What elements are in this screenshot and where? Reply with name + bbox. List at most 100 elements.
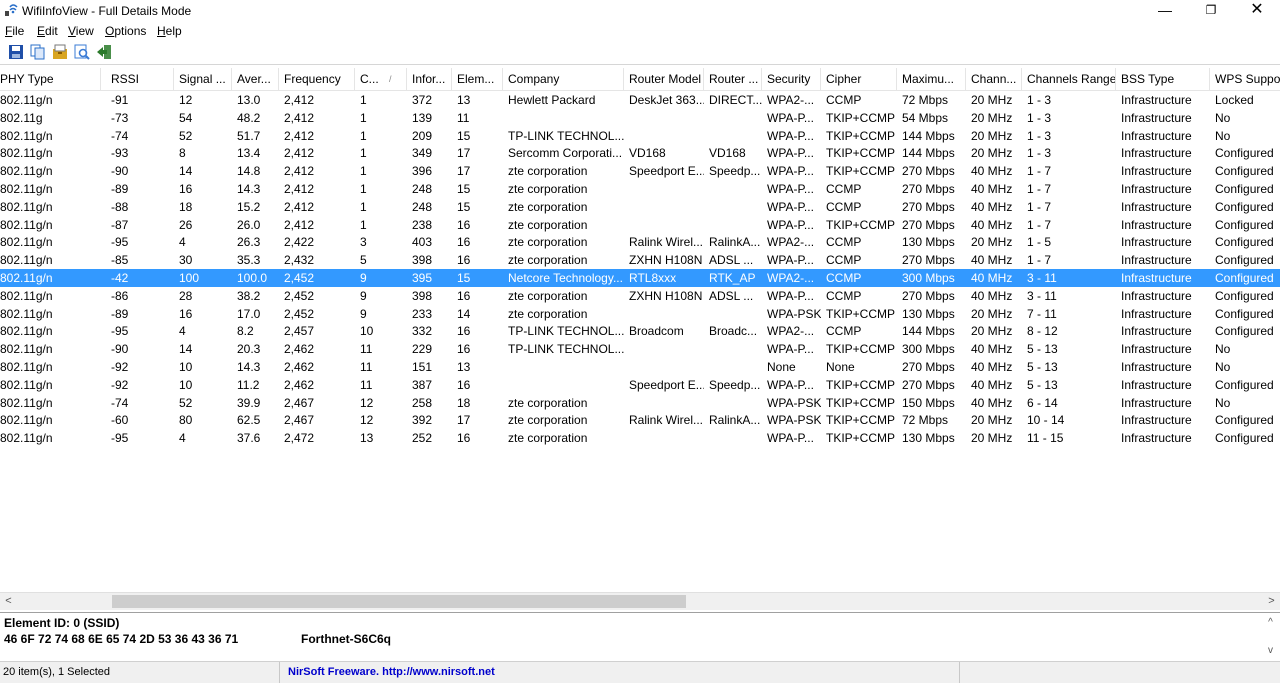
close-button[interactable]: ✕ [1234, 0, 1280, 22]
table-row[interactable]: 802.11g/n -89 16 17.0 2,452 9 233 14 zte corpora… [0, 305, 1280, 323]
exit-icon[interactable] [96, 44, 112, 60]
cell-channel: 11 [360, 377, 373, 392]
cell-information-size: 332 [412, 324, 433, 339]
column-header-maximum-speed[interactable]: Maximu... [897, 68, 966, 90]
table-row[interactable]: 802.11g/n -92 10 14.3 2,462 11 151 13 None None 27… [0, 358, 1280, 376]
table-row[interactable]: 802.11g/n -95 4 8.2 2,457 10 332 16 TP-LINK TECH… [0, 322, 1280, 340]
find-icon[interactable] [74, 44, 90, 60]
cell-cipher: TKIP+CCMP [826, 110, 896, 125]
cell-elements-count: 16 [457, 288, 471, 303]
table-row[interactable]: 802.11g/n -90 14 20.3 2,462 11 229 16 TP-LINK TE… [0, 340, 1280, 358]
minimize-button[interactable]: — [1142, 0, 1188, 22]
cell-security: WPA-P... [767, 431, 814, 446]
column-header-wps-support[interactable]: WPS Support [1210, 68, 1280, 90]
column-header-rssi[interactable]: RSSI [106, 68, 174, 90]
maximize-button[interactable]: ❐ [1188, 0, 1234, 22]
cell-security: WPA-PSK [767, 395, 821, 410]
table-row[interactable]: 802.11g/n -92 10 11.2 2,462 11 387 16 Speedport … [0, 376, 1280, 394]
table-row[interactable]: 802.11g/n -42 100 100.0 2,452 9 395 15 Netcore T… [0, 269, 1280, 287]
cell-frequency: 2,452 [284, 288, 315, 303]
column-header-channel-width[interactable]: Chann... [966, 68, 1022, 90]
copy-icon[interactable] [30, 44, 46, 60]
column-header-phy-type[interactable]: PHY Type [0, 68, 101, 90]
table-row[interactable]: 802.11g -73 54 48.2 2,412 1 139 11 WPA-P... TKIP+… [0, 109, 1280, 127]
cell-router-name [704, 429, 762, 447]
column-header-channels-range[interactable]: Channels Range [1022, 68, 1116, 90]
cell-cipher: CCMP [826, 253, 862, 268]
table-row[interactable]: 802.11g/n -91 12 13.0 2,412 1 372 13 Hewlett Pac… [0, 91, 1280, 109]
cell-router-name: DIRECT... [709, 93, 762, 107]
cell-maximum-speed: 144 Mbps [902, 146, 955, 161]
cell-information-size: 403 [412, 235, 433, 250]
menu-view[interactable]: View [68, 24, 94, 38]
table-row[interactable]: 802.11g/n -89 16 14.3 2,412 1 248 15 zte corpora… [0, 180, 1280, 198]
cell-phy-type: 802.11g/n [0, 413, 53, 428]
cell-security: WPA2-... [767, 324, 815, 339]
scroll-right-arrow-icon[interactable]: > [1263, 593, 1280, 610]
table-row[interactable]: 802.11g/n -74 52 51.7 2,412 1 209 15 TP-LINK TEC… [0, 127, 1280, 145]
table-row[interactable]: 802.11g/n -93 8 13.4 2,412 1 349 17 Sercomm Corp… [0, 144, 1280, 162]
column-header-company[interactable]: Company [503, 68, 624, 90]
cell-maximum-speed: 300 Mbps [902, 342, 955, 357]
scroll-thumb[interactable] [112, 595, 686, 608]
table-row[interactable]: 802.11g/n -60 80 62.5 2,467 12 392 17 zte corpor… [0, 411, 1280, 429]
column-header-router-name[interactable]: Router ... [704, 68, 762, 90]
table-row[interactable]: 802.11g/n -88 18 15.2 2,412 1 248 15 zte corpora… [0, 198, 1280, 216]
cell-signal-quality: 30 [179, 253, 193, 268]
scroll-left-arrow-icon[interactable]: < [0, 593, 17, 610]
vertical-scrollbar[interactable]: ^ v [1262, 613, 1279, 660]
cell-signal-quality: 14 [179, 342, 193, 357]
cell-information-size: 349 [412, 146, 433, 161]
cell-signal-quality: 26 [179, 217, 193, 232]
title-bar: WifiInfoView - Full Details Mode — ❐ ✕ [0, 0, 1280, 22]
cell-wps-support: Locked [1215, 93, 1254, 107]
save-icon[interactable] [8, 44, 24, 60]
status-nirsoft-link[interactable]: NirSoft Freeware. http://www.nirsoft.net [280, 662, 960, 683]
cell-router-name [704, 394, 762, 412]
cell-average-signal: 100.0 [237, 271, 268, 285]
menu-file[interactable]: File [5, 24, 24, 38]
scroll-up-arrow-icon[interactable]: ^ [1262, 615, 1279, 631]
table-row[interactable]: 802.11g/n -90 14 14.8 2,412 1 396 17 zte corpora… [0, 162, 1280, 180]
cell-router-name: RalinkA... [709, 235, 761, 250]
cell-cipher: CCMP [826, 199, 862, 214]
cell-bss-type: Infrastructure [1121, 413, 1192, 428]
menu-help[interactable]: Help [157, 24, 182, 38]
table-row[interactable]: 802.11g/n -95 4 26.3 2,422 3 403 16 zte corporat… [0, 233, 1280, 251]
cell-elements-count: 11 [457, 110, 470, 125]
cell-cipher: TKIP+CCMP [826, 395, 896, 410]
cell-company: Hewlett Packard [508, 93, 596, 107]
properties-icon[interactable] [52, 44, 68, 60]
cell-channels-range: 3 - 11 [1027, 271, 1057, 285]
table-row[interactable]: 802.11g/n -95 4 37.6 2,472 13 252 16 zte corpora… [0, 429, 1280, 447]
column-header-signal-quality[interactable]: Signal ... [174, 68, 232, 90]
cell-channels-range: 1 - 3 [1027, 146, 1052, 161]
table-row[interactable]: 802.11g/n -86 28 38.2 2,452 9 398 16 zte corpora… [0, 287, 1280, 305]
horizontal-scrollbar[interactable]: < > [0, 592, 1280, 610]
cell-wps-support: Configured [1215, 288, 1274, 303]
column-header-security[interactable]: Security [762, 68, 821, 90]
scroll-down-arrow-icon[interactable]: v [1262, 643, 1279, 659]
table-row[interactable]: 802.11g/n -87 26 26.0 2,412 1 238 16 zte corpora… [0, 216, 1280, 234]
column-header-router-model[interactable]: Router Model [624, 68, 704, 90]
menu-edit[interactable]: Edit [37, 24, 58, 38]
column-header-cipher[interactable]: Cipher [821, 68, 897, 90]
column-header-elements-count[interactable]: Elem... [452, 68, 503, 90]
column-header-bss-type[interactable]: BSS Type [1116, 68, 1210, 90]
cell-maximum-speed: 270 Mbps [902, 253, 955, 268]
networks-list[interactable]: PHY Type RSSI Signal ... Aver... Frequency C.… [0, 68, 1280, 592]
column-header-average-signal[interactable]: Aver... [232, 68, 279, 90]
cell-security: WPA-P... [767, 217, 814, 232]
cell-elements-count: 13 [457, 360, 471, 374]
cell-frequency: 2,462 [284, 342, 315, 357]
cell-maximum-speed: 54 Mbps [902, 110, 949, 125]
cell-security: WPA2-... [767, 235, 815, 250]
table-row[interactable]: 802.11g/n -74 52 39.9 2,467 12 258 18 zte corpor… [0, 394, 1280, 412]
status-bar: 20 item(s), 1 Selected NirSoft Freeware.… [0, 661, 1280, 683]
menu-options[interactable]: Options [105, 24, 146, 38]
table-row[interactable]: 802.11g/n -85 30 35.3 2,432 5 398 16 zte corpora… [0, 251, 1280, 269]
column-header-information-size[interactable]: Infor... [407, 68, 452, 90]
column-header-channel[interactable]: C... / [355, 68, 407, 90]
cell-channel-width: 40 MHz [971, 271, 1013, 285]
column-header-frequency[interactable]: Frequency [279, 68, 355, 90]
